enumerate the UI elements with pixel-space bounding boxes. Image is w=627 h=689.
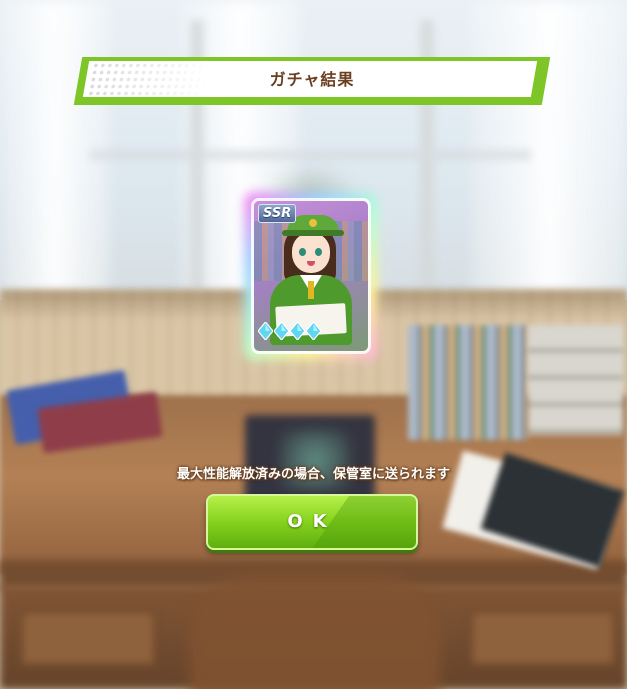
character-eye [315,248,322,256]
page-title: ガチャ結果 [269,70,355,89]
gem-icon [290,322,305,340]
character-face [292,233,330,273]
ok-button-label: OK [287,511,337,532]
gem-icon [258,322,273,340]
card-gem-row [258,322,321,340]
notice-text: 最大性能解放済みの場合、保管室に送られます [176,467,450,482]
character-hat-brim [282,230,344,236]
character-tie [308,281,314,299]
gem-icon [274,322,289,340]
gem-icon [306,322,321,340]
character-eye [299,248,306,256]
character-hat-badge [309,219,317,227]
rarity-badge: SSR [258,204,297,223]
ok-button[interactable]: OK [206,494,418,550]
